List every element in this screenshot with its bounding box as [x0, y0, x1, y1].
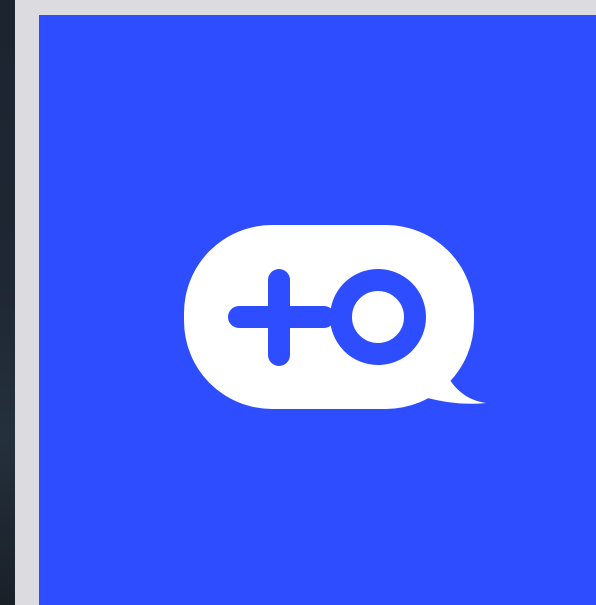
background-window-edge	[0, 0, 15, 605]
chat-bubble-plus-o-icon	[184, 225, 486, 409]
window-gutter	[15, 0, 39, 605]
window-top-border	[15, 0, 596, 15]
app-splash-screen	[39, 15, 596, 605]
